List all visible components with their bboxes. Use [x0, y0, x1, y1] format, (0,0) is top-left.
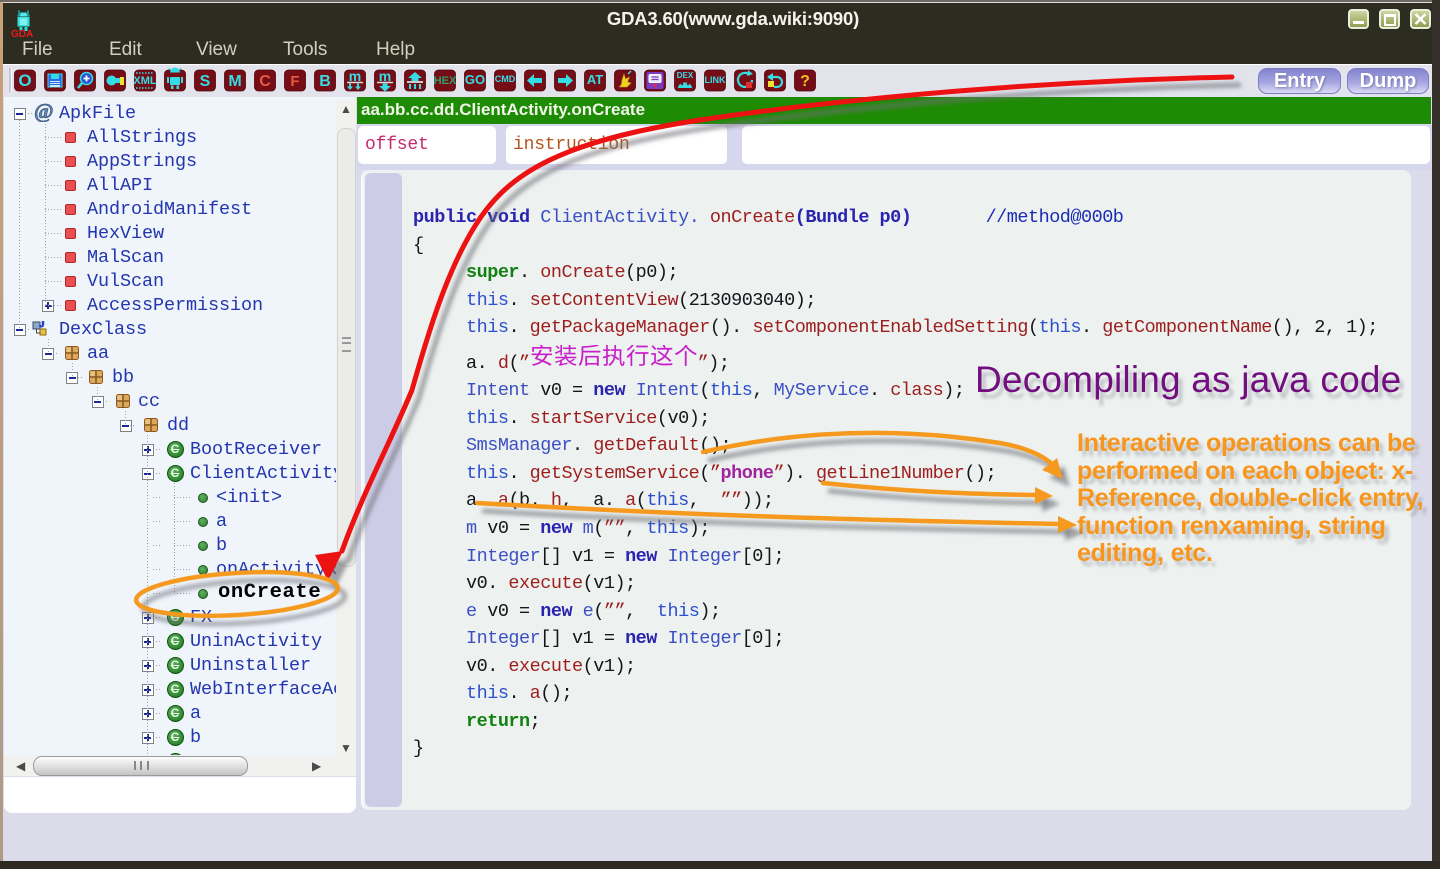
svg-text:S: S: [200, 73, 211, 90]
svg-text:m: m: [379, 68, 391, 84]
svg-text:@: @: [34, 103, 53, 122]
svg-text:DEX: DEX: [677, 71, 694, 80]
svg-text:CMD: CMD: [495, 74, 516, 84]
svg-text:F: F: [290, 73, 299, 90]
svg-text:HEX: HEX: [434, 75, 457, 87]
svg-text:GO: GO: [465, 72, 485, 87]
svg-text:AT: AT: [587, 72, 603, 87]
svg-text:C: C: [259, 73, 271, 90]
svg-text:XML: XML: [133, 75, 157, 87]
svg-text:M: M: [228, 73, 241, 90]
svg-text:B: B: [319, 73, 331, 90]
svg-text:LINK: LINK: [705, 75, 726, 85]
svg-text:m: m: [349, 68, 361, 84]
svg-text:?: ?: [800, 73, 810, 90]
svg-text:GDA: GDA: [11, 29, 33, 38]
svg-text:O: O: [18, 71, 31, 90]
